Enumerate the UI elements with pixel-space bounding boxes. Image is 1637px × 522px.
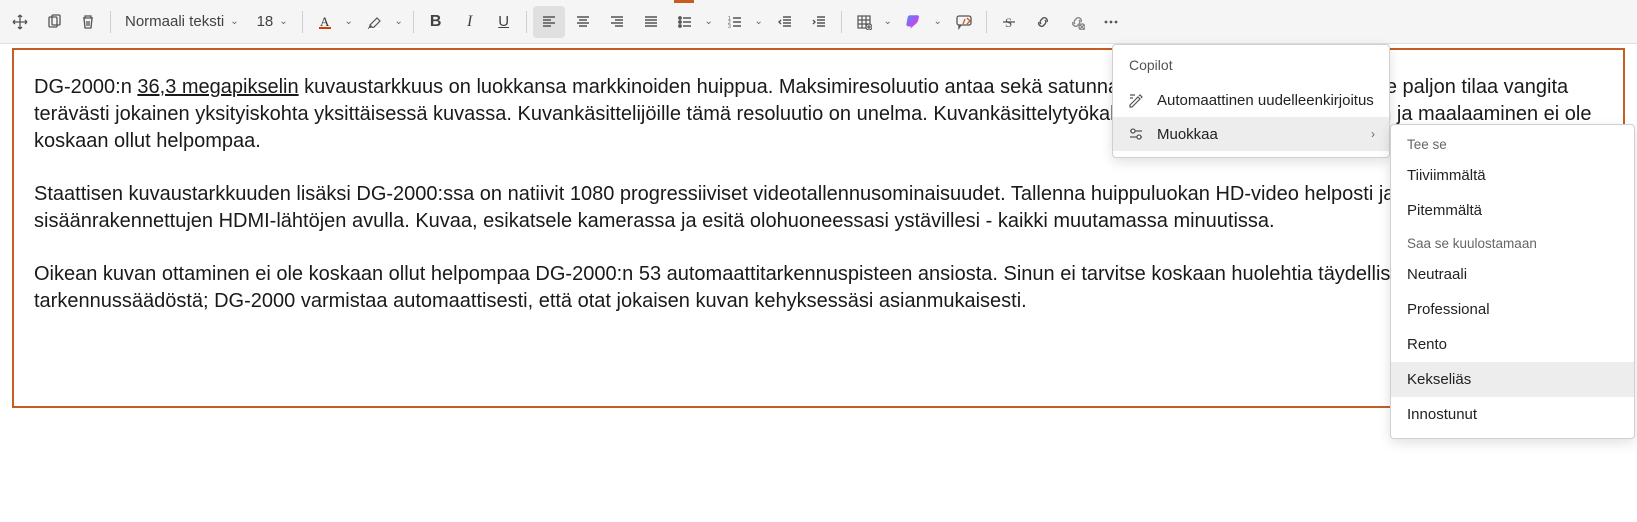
submenu-item-enthusiastic[interactable]: Innostunut	[1391, 397, 1634, 432]
underlined-run: 36,3 megapikselin	[137, 76, 298, 98]
menu-item-label: Muokkaa	[1157, 126, 1218, 143]
bullet-list-button[interactable]	[669, 6, 701, 38]
submenu-item-longer[interactable]: Pitemmältä	[1391, 193, 1634, 228]
move-icon[interactable]	[4, 6, 36, 38]
italic-button[interactable]: I	[454, 6, 486, 38]
strikethrough-button[interactable]: S	[993, 6, 1025, 38]
font-color-button[interactable]: A	[309, 6, 341, 38]
menu-item-label: Automaattinen uudelleenkirjoitus	[1157, 92, 1374, 109]
align-justify-button[interactable]	[635, 6, 667, 38]
accent-marker	[674, 0, 694, 3]
copy-icon[interactable]	[38, 6, 70, 38]
font-size-value: 18	[257, 13, 274, 30]
submenu-item-shorter[interactable]: Tiiviimmältä	[1391, 158, 1634, 193]
highlight-button[interactable]	[359, 6, 391, 38]
separator	[413, 11, 414, 33]
copilot-menu-title: Copilot	[1113, 51, 1389, 83]
submenu-header-sound-like: Saa se kuulostamaan	[1391, 228, 1634, 257]
text-run: DG-2000:n	[34, 76, 137, 98]
menu-item-auto-rewrite[interactable]: Automaattinen uudelleenkirjoitus	[1113, 83, 1389, 117]
paragraph-3[interactable]: Oikean kuvan ottaminen ei ole koskaan ol…	[34, 261, 1603, 315]
svg-text:3: 3	[728, 24, 731, 30]
paragraph-style-label: Normaali teksti	[125, 13, 224, 30]
numbered-list-button[interactable]: 123	[719, 6, 751, 38]
submenu-header-make-it: Tee se	[1391, 129, 1634, 158]
more-button[interactable]	[1095, 6, 1127, 38]
align-right-button[interactable]	[601, 6, 633, 38]
paragraph-style-combo[interactable]: Normaali teksti ⌄	[117, 6, 247, 38]
chevron-down-icon: ⌄	[230, 16, 238, 27]
submenu-item-inventive[interactable]: Kekseliäs	[1391, 362, 1634, 397]
bullet-list-chevron[interactable]: ⌄	[701, 6, 717, 38]
submenu-item-neutral[interactable]: Neutraali	[1391, 257, 1634, 292]
unlink-button[interactable]	[1061, 6, 1093, 38]
separator	[302, 11, 303, 33]
font-color-chevron[interactable]: ⌄	[341, 6, 357, 38]
link-button[interactable]	[1027, 6, 1059, 38]
copilot-button[interactable]	[898, 6, 930, 38]
svg-text:A: A	[320, 14, 330, 29]
bold-button[interactable]: B	[420, 6, 452, 38]
submenu-item-casual[interactable]: Rento	[1391, 327, 1634, 362]
edit-submenu: Tee se Tiiviimmältä Pitemmältä Saa se ku…	[1390, 124, 1635, 439]
table-chevron[interactable]: ⌄	[880, 6, 896, 38]
copilot-chevron[interactable]: ⌄	[930, 6, 946, 38]
chevron-right-icon: ›	[1371, 127, 1375, 141]
indent-button[interactable]	[803, 6, 835, 38]
numbered-list-chevron[interactable]: ⌄	[751, 6, 767, 38]
menu-item-edit[interactable]: Muokkaa ›	[1113, 117, 1389, 151]
font-size-combo[interactable]: 18 ⌄	[249, 6, 296, 38]
toolbar: Normaali teksti ⌄ 18 ⌄ A ⌄ ⌄ B I U ⌄	[0, 0, 1637, 44]
highlight-chevron[interactable]: ⌄	[391, 6, 407, 38]
separator	[986, 11, 987, 33]
sliders-icon	[1127, 125, 1145, 143]
rewrite-icon	[1127, 91, 1145, 109]
separator	[841, 11, 842, 33]
separator	[526, 11, 527, 33]
outdent-button[interactable]	[769, 6, 801, 38]
delete-icon[interactable]	[72, 6, 104, 38]
submenu-item-professional[interactable]: Professional	[1391, 292, 1634, 327]
comment-button[interactable]	[948, 6, 980, 38]
align-center-button[interactable]	[567, 6, 599, 38]
chevron-down-icon: ⌄	[279, 16, 287, 27]
underline-button[interactable]: U	[488, 6, 520, 38]
separator	[110, 11, 111, 33]
align-left-button[interactable]	[533, 6, 565, 38]
copilot-menu: Copilot Automaattinen uudelleenkirjoitus…	[1112, 44, 1390, 158]
paragraph-2[interactable]: Staattisen kuvaustarkkuuden lisäksi DG-2…	[34, 181, 1603, 235]
table-button[interactable]	[848, 6, 880, 38]
